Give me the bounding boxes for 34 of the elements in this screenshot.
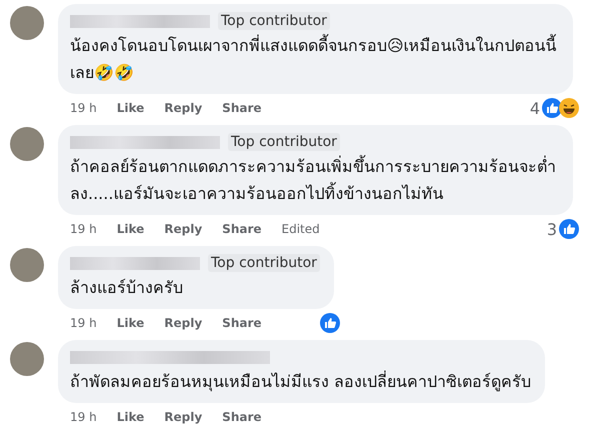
avatar	[10, 342, 44, 376]
comment-text: ถ้าพัดลมคอยร้อนหมุนเหมือนไม่มีแรง ลองเปลี่ยนคาปาซิเตอร์ดูครับ	[70, 370, 532, 394]
contributor-badge: Top contributor	[218, 12, 330, 30]
contributor-badge: Top contributor	[228, 133, 340, 151]
laughing-reaction-icon	[559, 98, 579, 118]
comment-action-link[interactable]: Like	[116, 316, 144, 330]
comment-action-link[interactable]: Share	[222, 316, 262, 330]
comment-action-link[interactable]: Like	[116, 222, 144, 236]
reaction-count: 4	[530, 98, 540, 118]
comment-action-link[interactable]: Reply	[164, 101, 202, 115]
comment-text: ถ้าคอลย์ร้อนตากแดดภาระความร้อนเพิ่มขึ้นการระบายความร้อนจะต่ำลง.....แอร์มันจะเอาความร้อนออกไปทิ้งข้างนอกไม่ทัน	[70, 154, 557, 205]
edited-label: Edited	[282, 222, 320, 236]
avatar	[10, 248, 44, 282]
comment-time: 19 h	[70, 101, 97, 115]
comment-time: 19 h	[70, 410, 97, 424]
comment-action-link[interactable]: Share	[222, 222, 262, 236]
like-reaction-icon	[320, 313, 340, 333]
comment-text: ล้างแอร์บ้างครับ	[70, 277, 184, 299]
comment-text: น้องคงโดนอบโดนเผาจากพี่แสงแดดดี้จนกรอบ😥เหมือนเงินในกปตอนนี้เลย🤣🤣	[70, 33, 558, 84]
comment-action-link[interactable]: Reply	[164, 316, 202, 330]
avatar	[10, 6, 44, 40]
like-reaction-icon	[559, 219, 579, 239]
comment-action-link[interactable]: Like	[116, 101, 144, 115]
comment-time: 19 h	[70, 316, 97, 330]
like-reaction-icon	[542, 98, 562, 118]
reaction-count: 3	[546, 220, 557, 238]
comment-action-link[interactable]: Reply	[164, 222, 202, 236]
comment-action-link[interactable]: Share	[222, 410, 262, 424]
comment-action-link[interactable]: Reply	[164, 410, 202, 424]
contributor-badge: Top contributor	[208, 254, 320, 272]
comment-action-link[interactable]: Like	[116, 410, 144, 424]
comment-time: 19 h	[70, 222, 97, 236]
comment-action-link[interactable]: Share	[222, 101, 262, 115]
avatar	[10, 127, 44, 161]
